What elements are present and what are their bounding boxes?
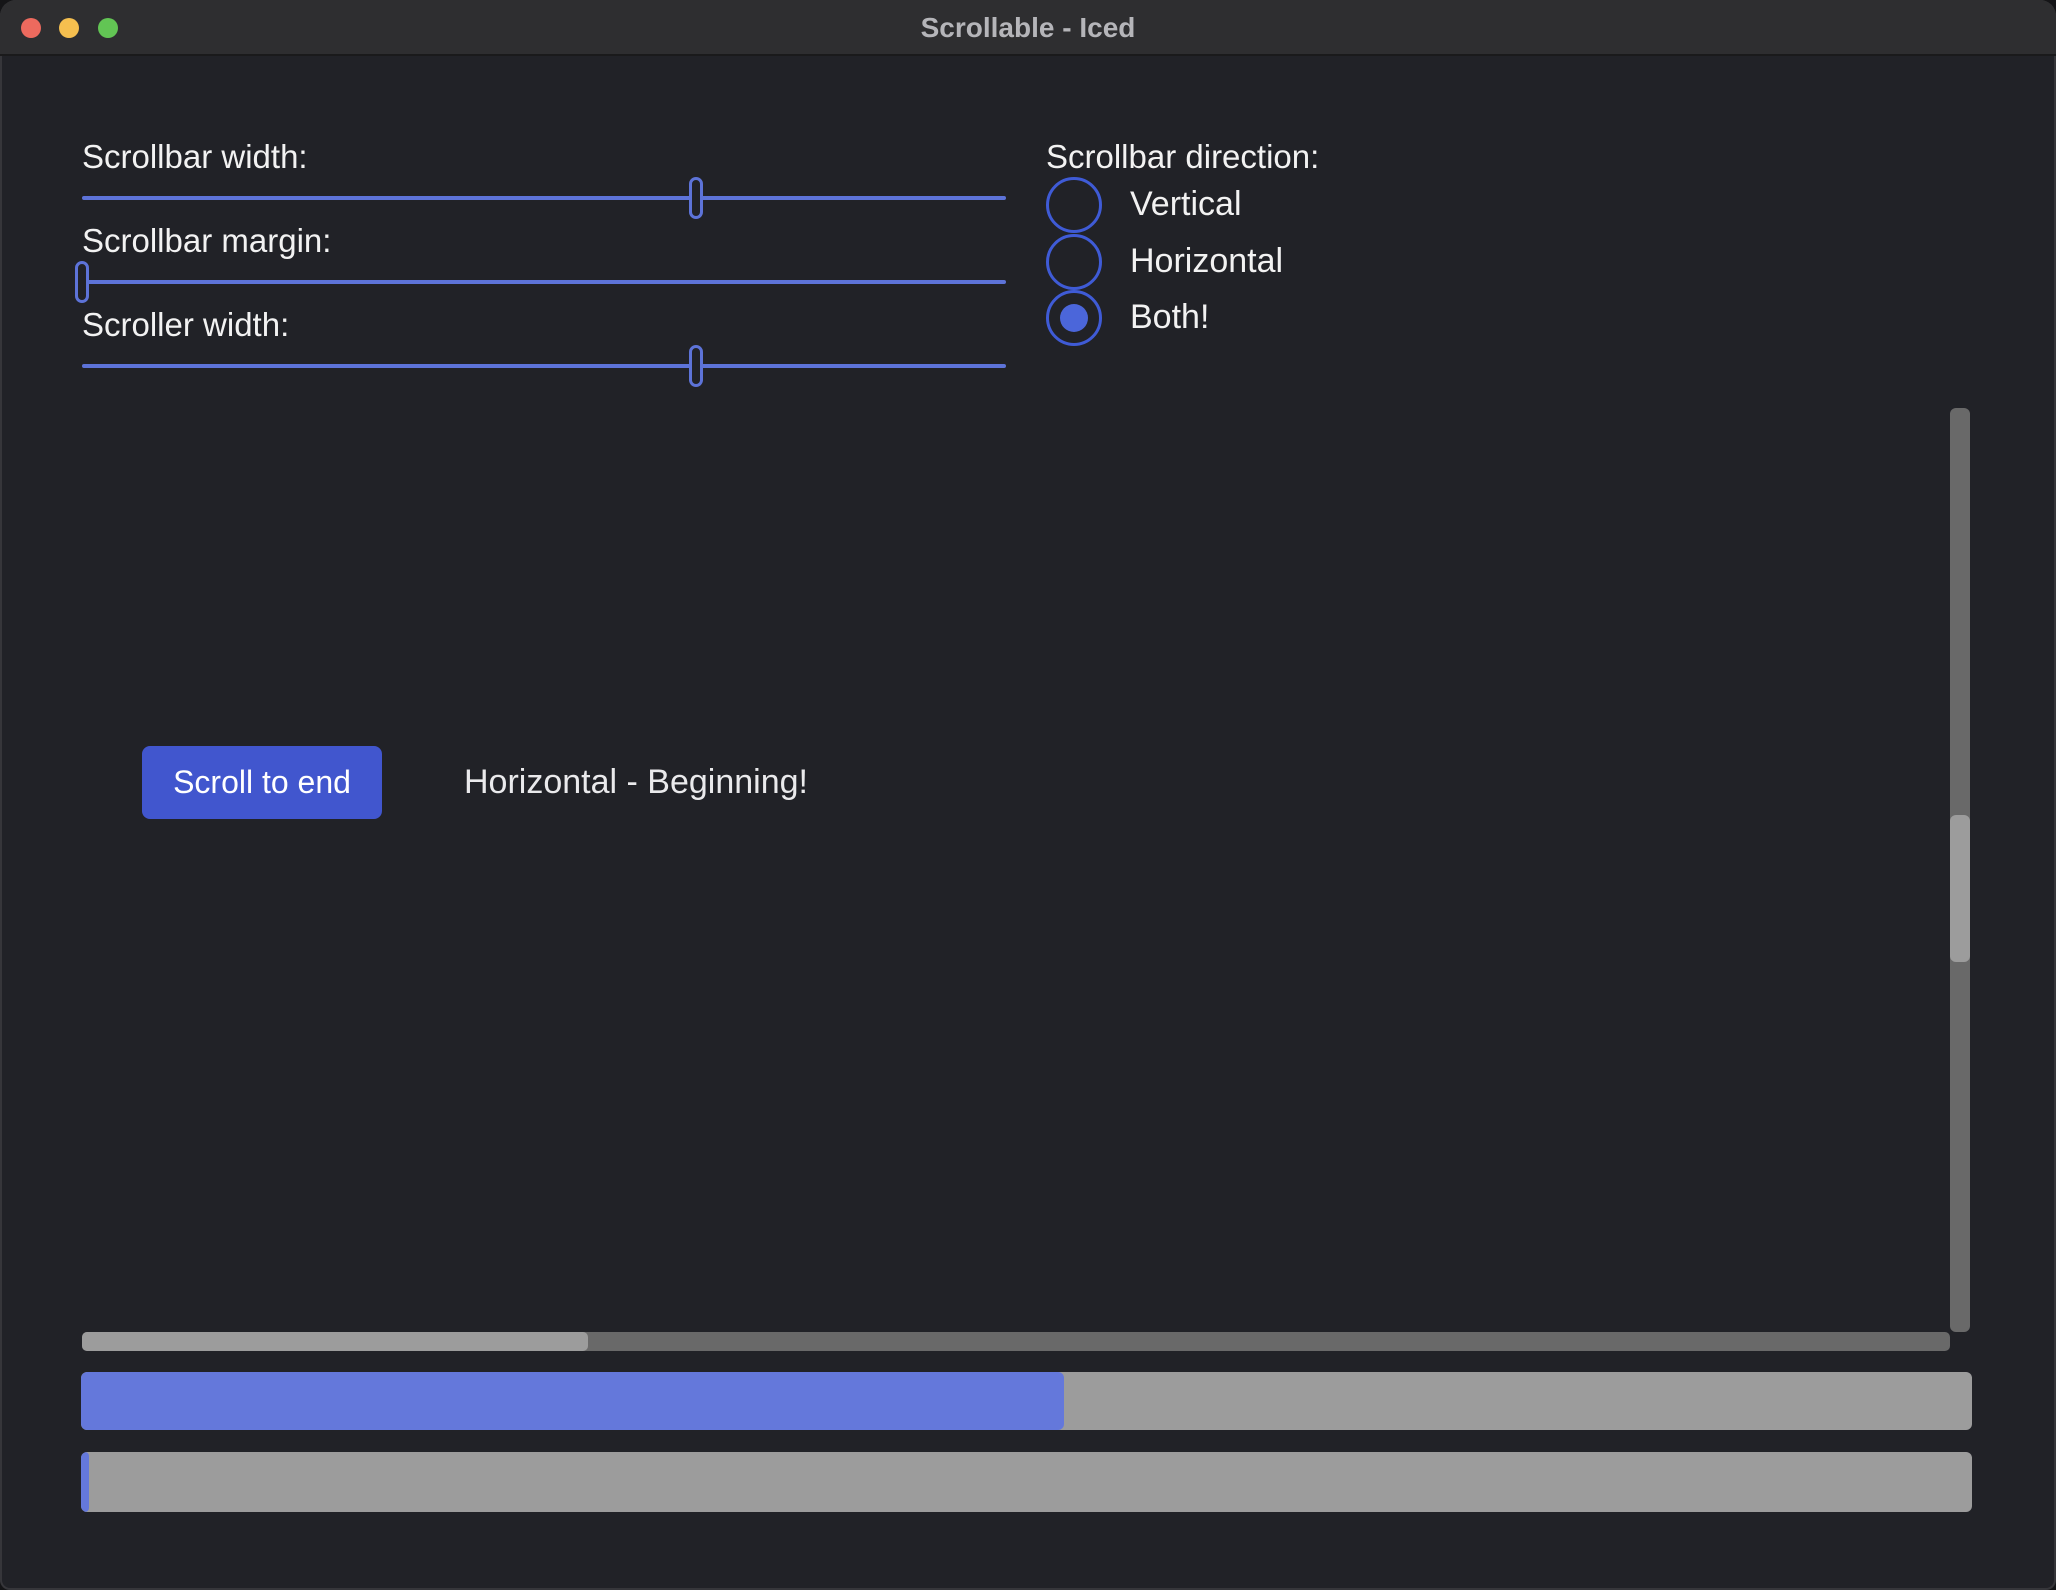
slider-rail xyxy=(82,196,1006,200)
horizontal-scrollbar-thumb[interactable] xyxy=(82,1332,588,1351)
vertical-progress-bar xyxy=(81,1372,1972,1430)
radio-both[interactable]: Both! xyxy=(1046,289,1209,346)
radio-circle-icon[interactable] xyxy=(1046,177,1102,233)
horizontal-progress-bar xyxy=(81,1452,1972,1512)
scrollbar-margin-label: Scrollbar margin: xyxy=(82,222,331,260)
radio-vertical-label: Vertical xyxy=(1130,185,1242,224)
radio-vertical[interactable]: Vertical xyxy=(1046,176,1242,233)
slider-handle[interactable] xyxy=(75,261,89,303)
radio-horizontal-label: Horizontal xyxy=(1130,242,1283,281)
app-window: Scrollable - Iced Scrollbar width: Scrol… xyxy=(0,0,2056,1590)
horizontal-scrollbar-track[interactable] xyxy=(82,1332,1950,1351)
window-title: Scrollable - Iced xyxy=(0,0,2056,56)
vertical-scrollbar-track[interactable] xyxy=(1950,408,1970,1332)
scrollbar-direction-label: Scrollbar direction: xyxy=(1046,138,1319,176)
slider-rail xyxy=(82,364,1006,368)
vertical-scrollbar-thumb[interactable] xyxy=(1950,815,1970,962)
radio-horizontal[interactable]: Horizontal xyxy=(1046,233,1283,290)
slider-handle[interactable] xyxy=(689,345,703,387)
radio-circle-icon[interactable] xyxy=(1046,290,1102,346)
scrollbar-margin-slider[interactable] xyxy=(82,280,1006,284)
vertical-progress-fill xyxy=(81,1372,1064,1430)
horizontal-scroll-status-text: Horizontal - Beginning! xyxy=(464,763,808,802)
scrollbar-width-label: Scrollbar width: xyxy=(82,138,308,176)
radio-both-label: Both! xyxy=(1130,298,1209,337)
scroll-to-end-button[interactable]: Scroll to end xyxy=(142,746,382,819)
scroller-width-label: Scroller width: xyxy=(82,306,289,344)
slider-handle[interactable] xyxy=(689,177,703,219)
titlebar: Scrollable - Iced xyxy=(0,0,2056,56)
slider-rail xyxy=(82,280,1006,284)
scrollbar-width-slider[interactable] xyxy=(82,196,1006,200)
horizontal-progress-fill xyxy=(81,1452,89,1512)
radio-circle-icon[interactable] xyxy=(1046,234,1102,290)
scroller-width-slider[interactable] xyxy=(82,364,1006,368)
